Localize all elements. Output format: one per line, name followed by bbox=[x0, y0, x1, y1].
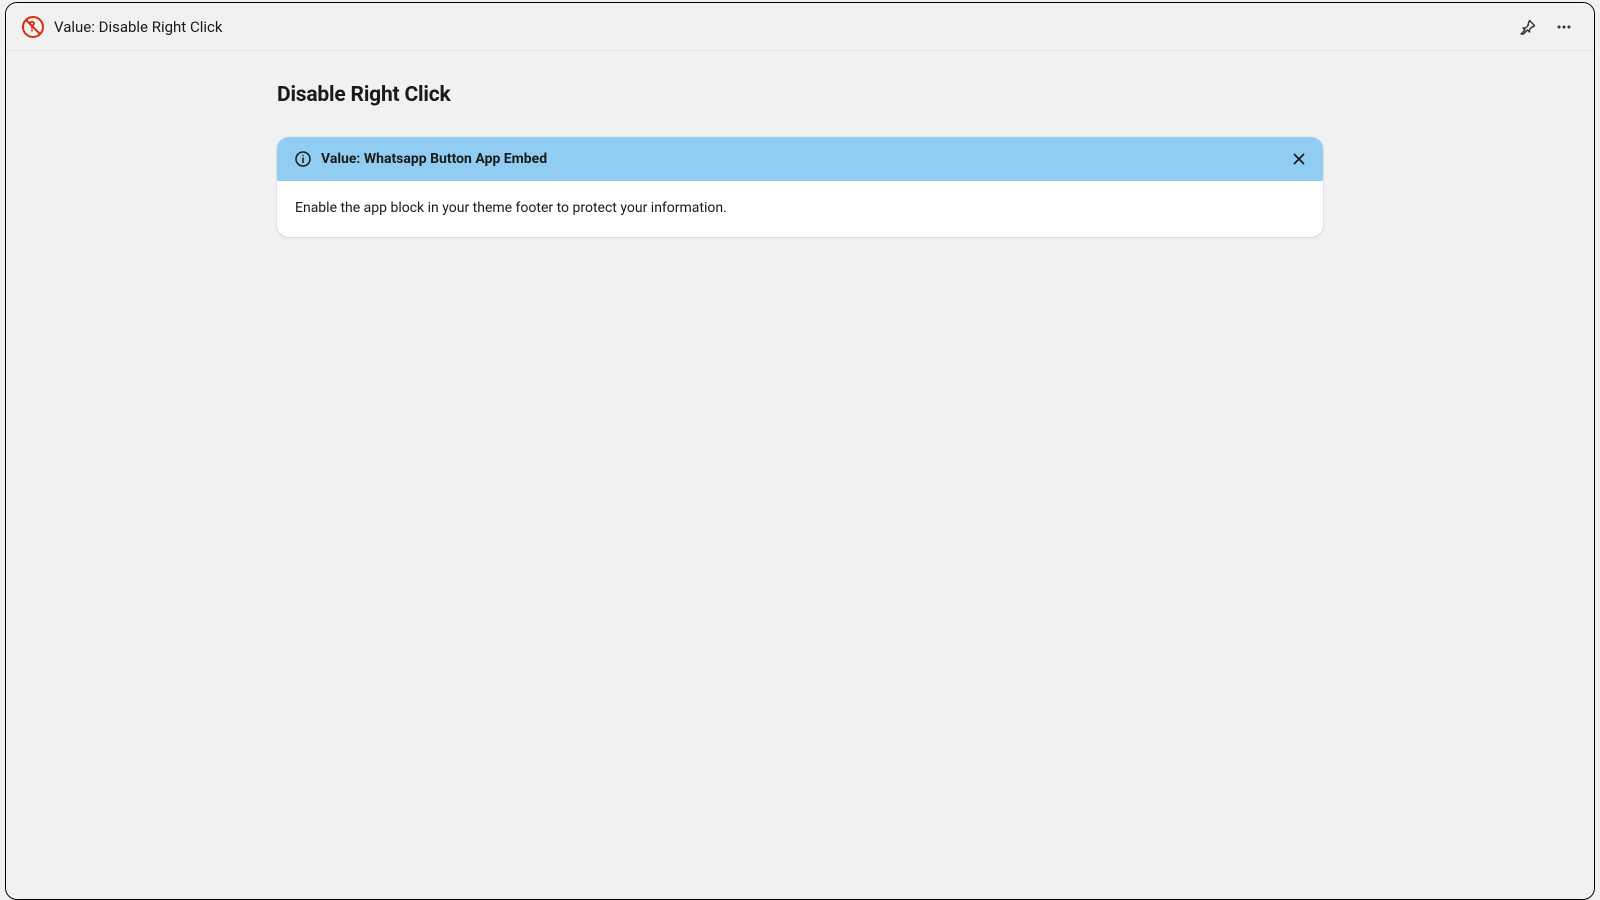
card-body: Enable the app block in your theme foote… bbox=[277, 181, 1323, 237]
card-header-title: Value: Whatsapp Button App Embed bbox=[321, 151, 1283, 167]
content-container: Disable Right Click Value: Whatsapp Butt… bbox=[277, 83, 1323, 237]
page-title: Disable Right Click bbox=[277, 83, 1323, 107]
close-button[interactable] bbox=[1293, 153, 1305, 165]
card-header: Value: Whatsapp Button App Embed bbox=[277, 137, 1323, 181]
header-bar: Value: Disable Right Click bbox=[6, 3, 1594, 51]
card-body-text: Enable the app block in your theme foote… bbox=[295, 199, 1305, 219]
app-frame: Value: Disable Right Click bbox=[5, 2, 1595, 900]
info-icon bbox=[295, 151, 311, 167]
more-actions-button[interactable] bbox=[1550, 13, 1578, 41]
header-actions bbox=[1514, 13, 1578, 41]
main-content: Disable Right Click Value: Whatsapp Butt… bbox=[6, 51, 1594, 237]
more-horizontal-icon bbox=[1555, 18, 1573, 36]
pin-icon bbox=[1520, 19, 1536, 35]
pin-button[interactable] bbox=[1514, 13, 1542, 41]
app-logo-icon bbox=[22, 16, 44, 38]
info-card: Value: Whatsapp Button App Embed Enable … bbox=[277, 137, 1323, 237]
header-title: Value: Disable Right Click bbox=[54, 18, 1514, 36]
